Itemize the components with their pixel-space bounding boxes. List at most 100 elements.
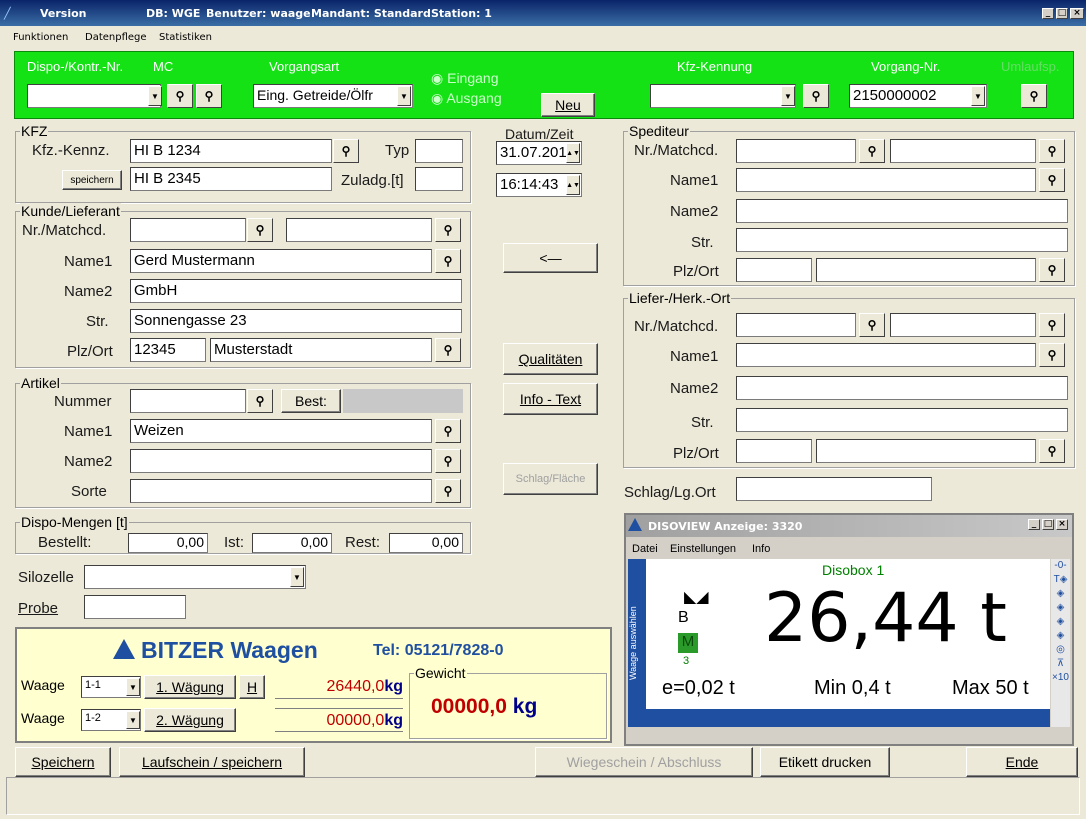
schlag-flaeche-button[interactable]: Schlag/Fläche — [503, 463, 598, 495]
laufschein-button[interactable]: Laufschein / speichern — [119, 747, 305, 777]
disoview-menu-info[interactable]: Info — [752, 543, 770, 555]
date-spinner[interactable]: ▲▼ — [566, 143, 580, 163]
binoculars-icon[interactable]: ⚲ — [333, 139, 359, 163]
binoculars-icon[interactable]: ⚲ — [435, 479, 461, 503]
close-button[interactable]: × — [1070, 8, 1084, 19]
vorgangsart-select[interactable]: Eing. Getreide/Ölfr — [253, 84, 413, 108]
neu-button[interactable]: Neu — [541, 93, 595, 117]
info-text-button[interactable]: Info - Text — [503, 383, 598, 415]
kunde-str-input[interactable]: Sonnengasse 23 — [130, 309, 462, 333]
spediteur-matchcd-input[interactable] — [890, 139, 1036, 163]
liefer-ort-input[interactable] — [816, 439, 1036, 463]
binoculars-icon[interactable]: ⚲ — [1039, 139, 1065, 163]
binoculars-icon[interactable]: ⚲ — [1021, 84, 1047, 108]
kunde-name1-input[interactable]: Gerd Mustermann — [130, 249, 432, 273]
kunde-ort-input[interactable]: Musterstadt — [210, 338, 432, 362]
waage1-dropdown[interactable]: ▼ — [126, 678, 140, 696]
kunde-matchcd-input[interactable] — [286, 218, 432, 242]
kfz-kennz2-input[interactable]: HI B 2345 — [130, 167, 332, 191]
eingang-radio[interactable]: ◉ Eingang — [431, 70, 499, 87]
binoculars-icon[interactable]: ⚲ — [435, 449, 461, 473]
binoculars-icon[interactable]: ⚲ — [1039, 343, 1065, 367]
print-icon[interactable]: ◎ — [1051, 643, 1070, 657]
vorgang-nr-input[interactable]: 2150000002 — [849, 84, 987, 108]
liefer-str-input[interactable] — [736, 408, 1068, 432]
liefer-name1-input[interactable] — [736, 343, 1036, 367]
h-button[interactable]: H — [239, 675, 265, 699]
best-button[interactable]: Best: — [281, 389, 341, 413]
menu-datenpflege[interactable]: Datenpflege — [85, 32, 147, 43]
silozelle-select[interactable] — [84, 565, 306, 589]
tare-icon[interactable]: T◈ — [1051, 573, 1070, 587]
probe-input[interactable] — [84, 595, 186, 619]
waage-auswaehlen-tab[interactable]: Waage auswählen — [628, 559, 646, 727]
wiegeschein-button[interactable]: Wiegeschein / Abschluss — [535, 747, 753, 777]
tare-manual-icon[interactable]: ◈ — [1051, 587, 1070, 601]
liefer-matchcd-input[interactable] — [890, 313, 1036, 337]
spediteur-ort-input[interactable] — [816, 258, 1036, 282]
disoview-menu-datei[interactable]: Datei — [632, 543, 658, 555]
vorgangsart-dropdown[interactable]: ▼ — [397, 86, 411, 106]
ausgang-radio[interactable]: ◉ Ausgang — [431, 90, 502, 107]
binoculars-icon[interactable]: ⚲ — [859, 139, 885, 163]
binoculars-icon[interactable]: ⚲ — [196, 84, 222, 108]
kfz-kennung-dropdown[interactable]: ▼ — [781, 86, 795, 106]
net-icon[interactable]: ◈ — [1051, 615, 1070, 629]
kfz-speichern-button[interactable]: speichern — [62, 170, 122, 190]
etikett-drucken-button[interactable]: Etikett drucken — [760, 747, 890, 777]
artikel-name2-input[interactable] — [130, 449, 432, 473]
spediteur-plz-input[interactable] — [736, 258, 812, 282]
menu-funktionen[interactable]: Funktionen — [13, 32, 68, 43]
zero-icon[interactable]: -0- — [1051, 559, 1070, 573]
waage2-dropdown[interactable]: ▼ — [126, 711, 140, 729]
maximize-button[interactable]: □ — [1056, 8, 1068, 19]
disoview-close-button[interactable]: × — [1056, 519, 1068, 530]
binoculars-icon[interactable]: ⚲ — [859, 313, 885, 337]
disoview-minimize-button[interactable]: _ — [1028, 519, 1040, 530]
kunde-nr-input[interactable] — [130, 218, 246, 242]
binoculars-icon[interactable]: ⚲ — [247, 389, 273, 413]
binoculars-icon[interactable]: ⚲ — [435, 218, 461, 242]
time-spinner[interactable]: ▲▼ — [566, 175, 580, 195]
kunde-plz-input[interactable]: 12345 — [130, 338, 206, 362]
disoview-maximize-button[interactable]: □ — [1042, 519, 1054, 530]
vorgang-nr-dropdown[interactable]: ▼ — [971, 86, 985, 106]
menu-statistiken[interactable]: Statistiken — [159, 32, 212, 43]
ende-button[interactable]: Ende — [966, 747, 1078, 777]
zuladg-input[interactable] — [415, 167, 463, 191]
typ-input[interactable] — [415, 139, 463, 163]
artikel-nummer-input[interactable] — [130, 389, 246, 413]
binoculars-icon[interactable]: ⚲ — [1039, 313, 1065, 337]
silozelle-dropdown[interactable]: ▼ — [290, 567, 304, 587]
waegung1-button[interactable]: 1. Wägung — [144, 675, 236, 699]
waegung2-button[interactable]: 2. Wägung — [144, 708, 236, 732]
liefer-name2-input[interactable] — [736, 376, 1068, 400]
artikel-name1-input[interactable]: Weizen — [130, 419, 432, 443]
gross-icon[interactable]: ◈ — [1051, 629, 1070, 643]
spediteur-name1-input[interactable] — [736, 168, 1036, 192]
copy-arrow-button[interactable]: <— — [503, 243, 598, 273]
scale-icon[interactable]: ⊼ — [1051, 657, 1070, 671]
kunde-name2-input[interactable]: GmbH — [130, 279, 462, 303]
binoculars-icon[interactable]: ⚲ — [1039, 439, 1065, 463]
schlag-lgort-input[interactable] — [736, 477, 932, 501]
liefer-plz-input[interactable] — [736, 439, 812, 463]
speichern-button[interactable]: Speichern — [15, 747, 111, 777]
kfz-kennz-input[interactable]: HI B 1234 — [130, 139, 332, 163]
x10-button[interactable]: ×10 — [1051, 671, 1070, 685]
liefer-nr-input[interactable] — [736, 313, 856, 337]
spediteur-str-input[interactable] — [736, 228, 1068, 252]
binoculars-icon[interactable]: ⚲ — [803, 84, 829, 108]
binoculars-icon[interactable]: ⚲ — [435, 249, 461, 273]
kfz-kennung-input[interactable] — [650, 84, 796, 108]
tare-preset-icon[interactable]: ◈ — [1051, 601, 1070, 615]
binoculars-icon[interactable]: ⚲ — [435, 419, 461, 443]
binoculars-icon[interactable]: ⚲ — [1039, 258, 1065, 282]
dispo-dropdown[interactable]: ▼ — [148, 86, 162, 106]
dispo-input[interactable] — [27, 84, 161, 108]
binoculars-icon[interactable]: ⚲ — [167, 84, 193, 108]
spediteur-nr-input[interactable] — [736, 139, 856, 163]
spediteur-name2-input[interactable] — [736, 199, 1068, 223]
binoculars-icon[interactable]: ⚲ — [435, 338, 461, 362]
binoculars-icon[interactable]: ⚲ — [247, 218, 273, 242]
